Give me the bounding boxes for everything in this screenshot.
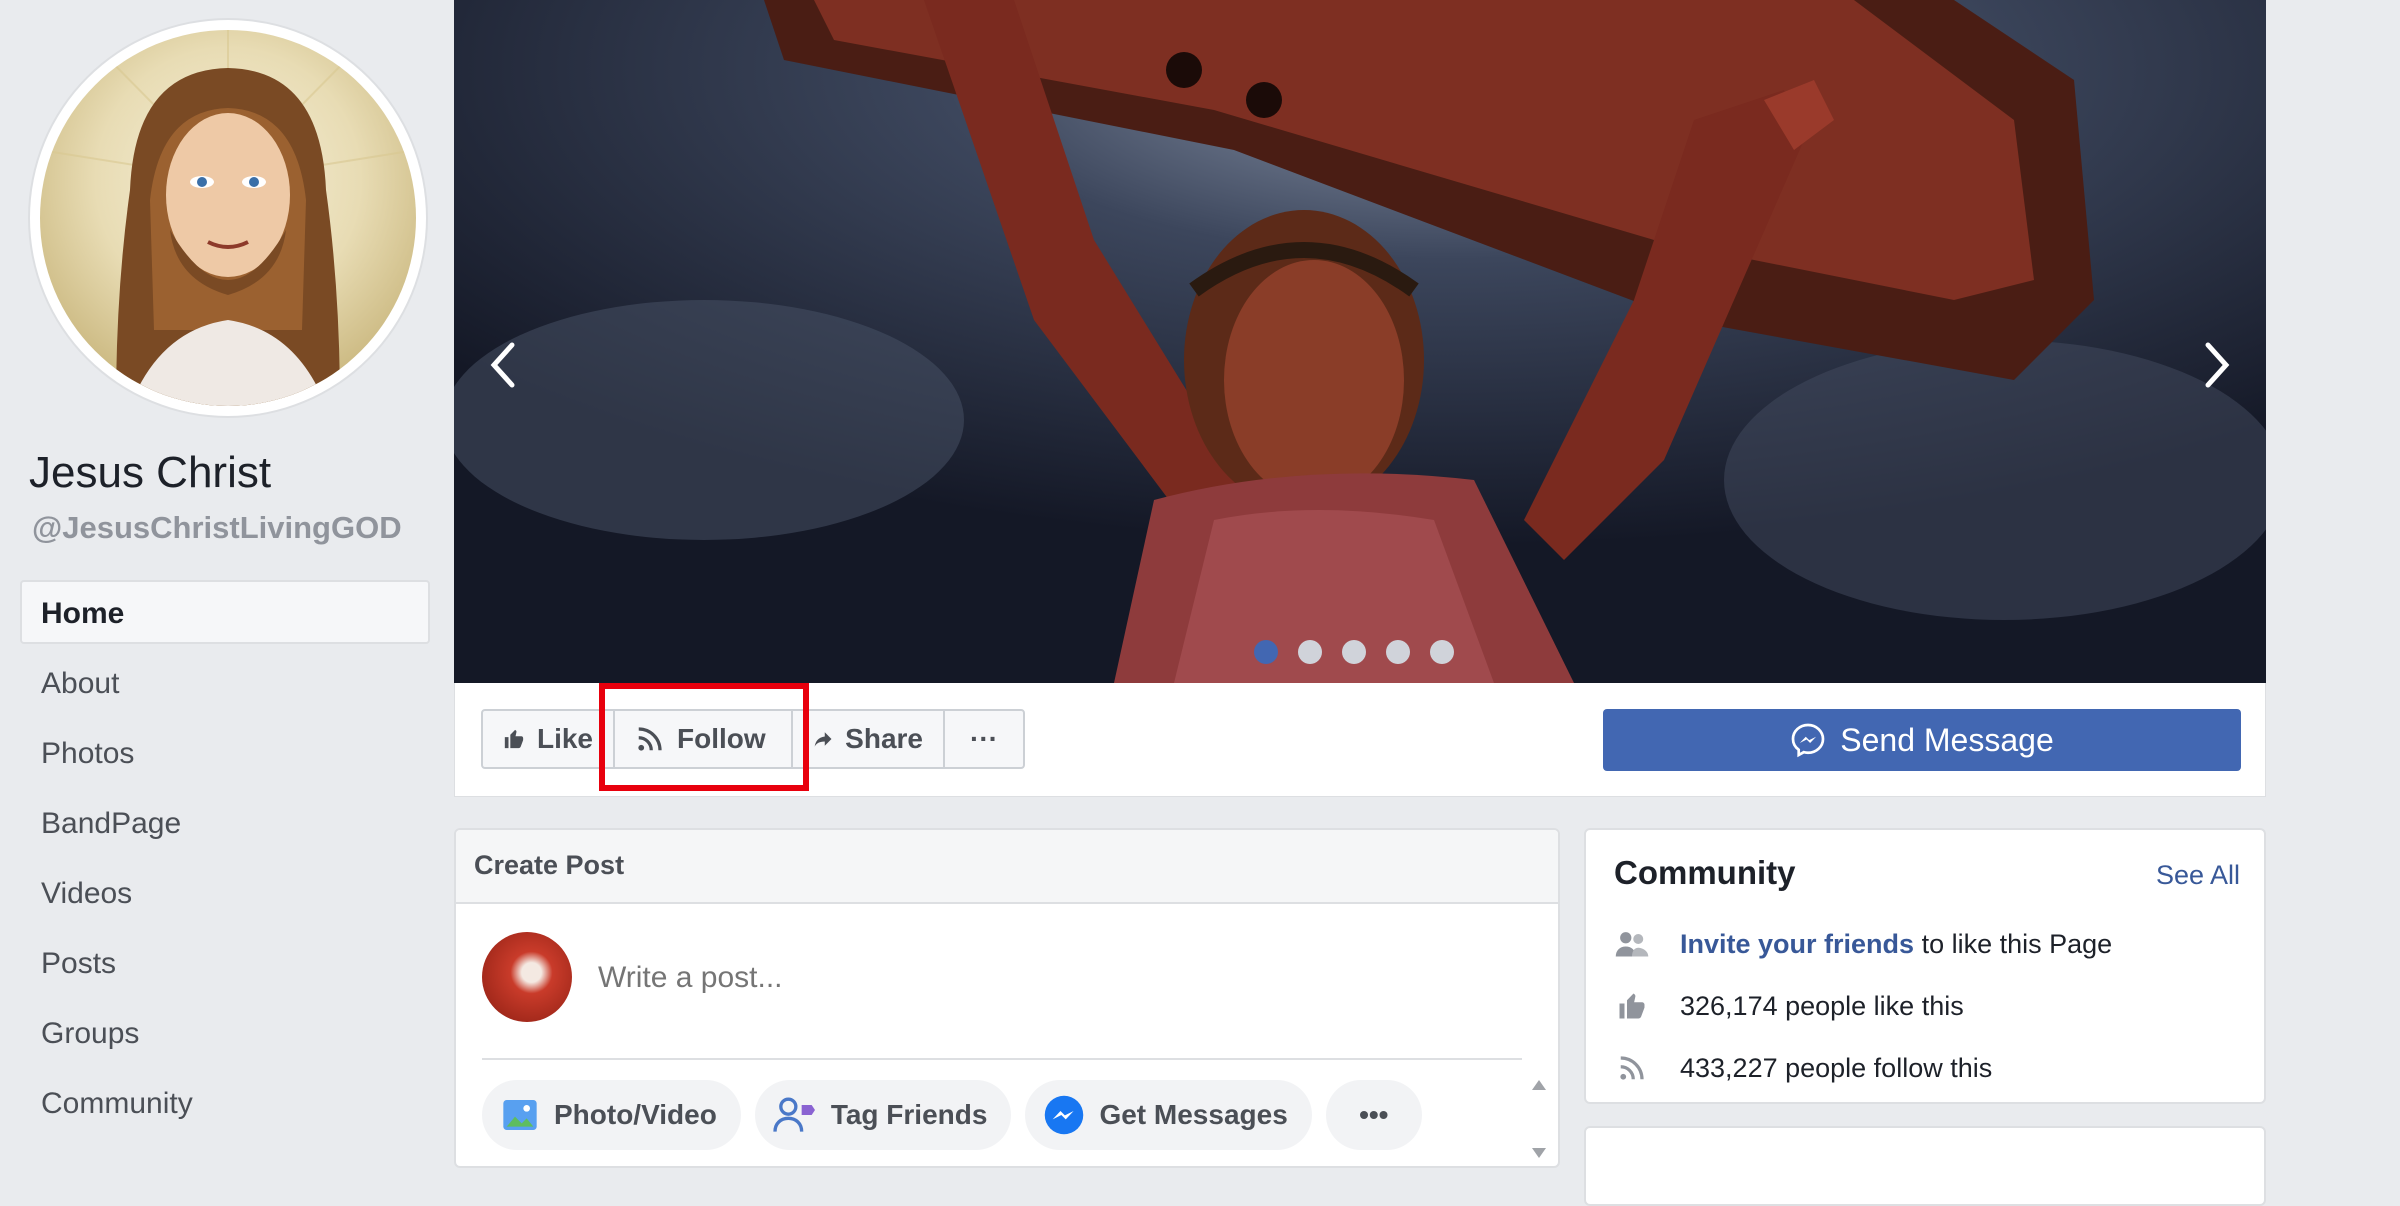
more-post-options-button[interactable]: ••• [1325,1080,1422,1150]
tag-friends-icon [773,1097,815,1132]
slide-indicator-dot[interactable] [1254,640,1278,664]
page-title: Jesus Christ [29,448,272,497]
likes-count-row: 326,174 people like this [1614,988,1964,1024]
photo-video-button[interactable]: Photo/Video [482,1080,741,1150]
messenger-icon [1045,1095,1084,1135]
slideshow-indicators [1254,640,1454,664]
like-button-label: Like [536,723,593,754]
nav-item-groups[interactable]: Groups [20,1000,430,1064]
get-messages-button[interactable]: Get Messages [1025,1080,1312,1150]
follows-count-text: 433,227 people follow this [1680,1052,1993,1083]
nav-item-bandpage[interactable]: BandPage [20,790,430,854]
follows-count-row: 433,227 people follow this [1614,1050,1992,1086]
slide-indicator-dot[interactable] [1342,640,1366,664]
scrollbar[interactable] [1528,1074,1550,1164]
create-post-card: Create Post Photo/Video Tag Friends [454,828,1560,1168]
create-post-title: Create Post [456,830,1558,904]
about-card-partial [1584,1126,2266,1206]
cover-photo-slideshow[interactable] [454,0,2266,683]
photo-icon [503,1100,537,1130]
send-message-button[interactable]: Send Message [1603,709,2241,771]
rss-follow-icon [1614,1050,1650,1086]
nav-item-videos[interactable]: Videos [20,860,430,924]
more-dots-icon: ••• [1359,1099,1389,1130]
more-options-button[interactable]: ··· [943,709,1025,769]
write-post-input[interactable] [596,932,1500,1024]
share-arrow-icon [814,732,832,747]
likes-count-text: 326,174 people like this [1680,990,1964,1021]
chevron-right-icon [2205,342,2230,388]
profile-picture-image [40,30,416,406]
slide-indicator-dot[interactable] [1430,640,1454,664]
page-username[interactable]: @JesusChristLivingGOD [32,510,402,546]
page-action-bar: Like Follow Share ··· Send Message [454,683,2266,797]
share-button[interactable]: Share [791,709,945,769]
invite-text: Invite your friends to like this Page [1680,929,2112,960]
nav-item-home[interactable]: Home [20,580,430,644]
invite-text-rest: to like this Page [1914,928,2113,959]
tag-friends-label: Tag Friends [830,1099,988,1130]
rss-follow-icon [638,727,662,751]
thumbs-up-icon [504,729,524,749]
left-sidebar: Jesus Christ @JesusChristLivingGOD Home … [0,0,440,1159]
nav-item-photos[interactable]: Photos [20,720,430,784]
see-all-link[interactable]: See All [2156,860,2240,891]
page-navigation: Home About Photos BandPage Videos Posts … [20,580,430,1140]
community-title: Community [1614,854,1796,891]
invite-friends-link[interactable]: Invite your friends [1680,929,1914,959]
nav-item-community[interactable]: Community [20,1070,430,1134]
user-avatar [482,932,572,1022]
slide-indicator-dot[interactable] [1298,640,1322,664]
nav-item-about[interactable]: About [20,650,430,714]
profile-picture[interactable] [30,20,426,416]
cover-next-button[interactable] [2186,330,2246,400]
send-message-label: Send Message [1840,721,2054,758]
thumbs-up-icon [1614,988,1650,1024]
community-card: Community See All Invite your friends to… [1584,828,2266,1104]
nav-item-posts[interactable]: Posts [20,930,430,994]
follow-button-label: Follow [677,723,766,754]
slide-indicator-dot[interactable] [1386,640,1410,664]
cover-photo-image [454,0,2266,683]
more-options-icon: ··· [970,723,998,754]
share-button-label: Share [845,723,923,754]
friends-icon [1614,926,1650,962]
messenger-icon [1791,723,1825,758]
invite-friends-row: Invite your friends to like this Page [1614,926,2112,962]
follow-button[interactable]: Follow [613,709,793,769]
get-messages-label: Get Messages [1099,1099,1288,1130]
create-post-divider [482,1058,1522,1060]
like-button[interactable]: Like [481,709,615,769]
chevron-left-icon [490,342,515,388]
create-post-actions: Photo/Video Tag Friends Get Messages ••• [482,1080,1422,1150]
cover-previous-button[interactable] [474,330,534,400]
tag-friends-button[interactable]: Tag Friends [754,1080,1012,1150]
scroll-arrows-icon [1532,1080,1546,1158]
photo-video-label: Photo/Video [554,1099,717,1130]
